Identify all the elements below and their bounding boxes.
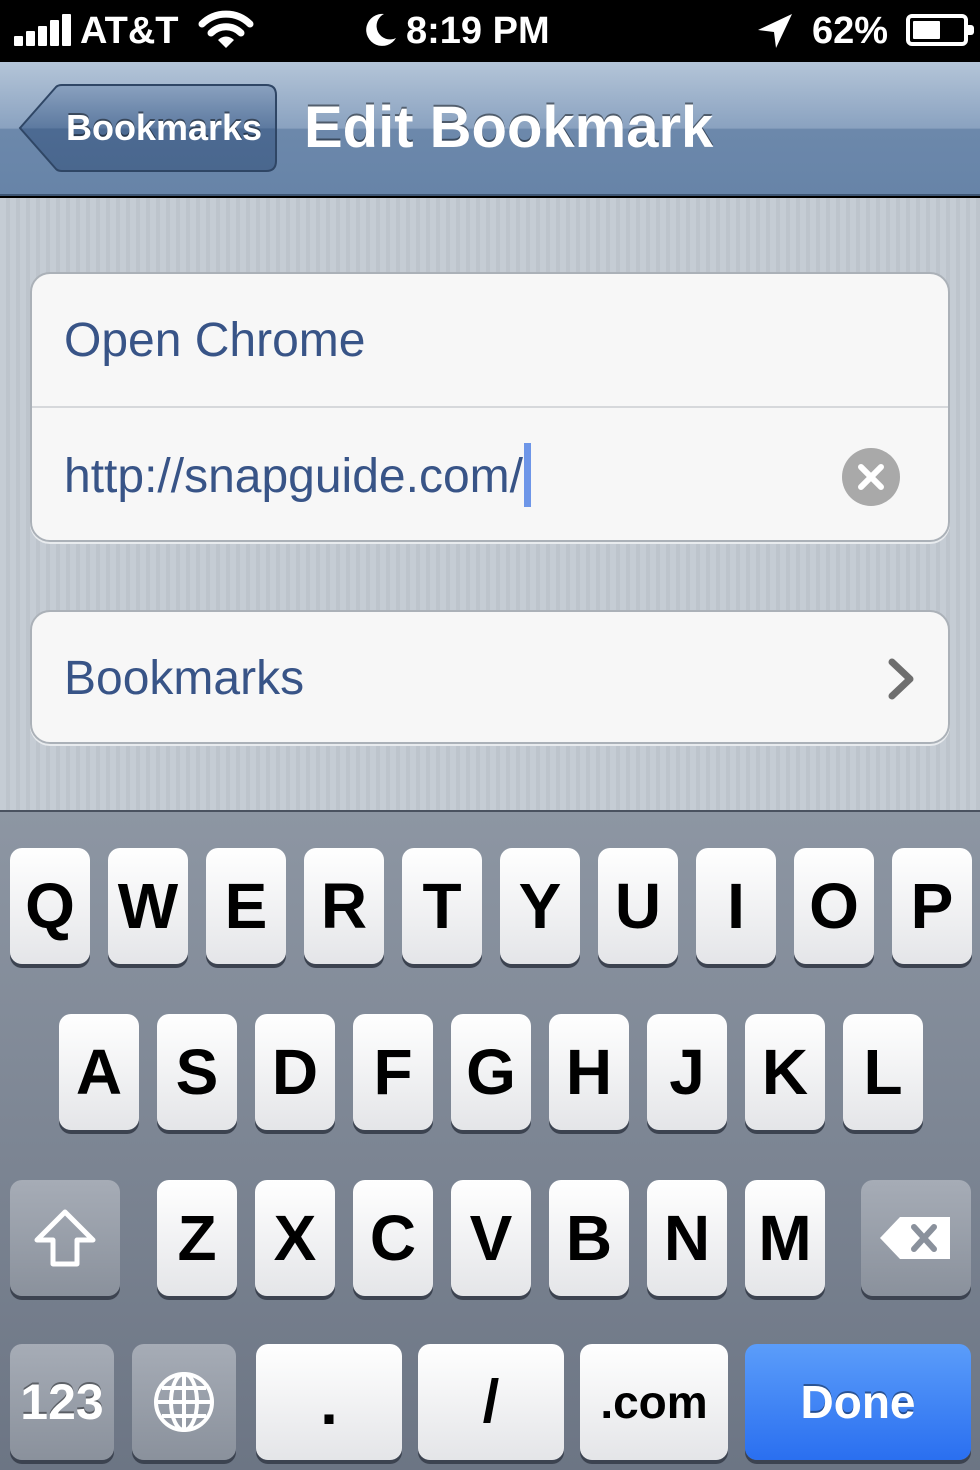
- globe-icon: [154, 1372, 214, 1432]
- keyboard: Q W E R T Y U I O P A S D F G H J K L Z …: [0, 810, 980, 1470]
- key-n[interactable]: N: [647, 1180, 727, 1296]
- numbers-key[interactable]: 123: [10, 1344, 114, 1460]
- key-y[interactable]: Y: [500, 848, 580, 964]
- key-z[interactable]: Z: [157, 1180, 237, 1296]
- back-button[interactable]: Bookmarks: [18, 84, 278, 172]
- text-cursor: [523, 443, 531, 508]
- page-title: Edit Bookmark: [304, 95, 714, 160]
- bookmark-fields-group: Open Chrome http://snapguide.com/: [30, 272, 950, 542]
- key-c[interactable]: C: [353, 1180, 433, 1296]
- period-key-label: .: [320, 1366, 338, 1438]
- key-r-label: R: [320, 870, 368, 942]
- back-button-label: Bookmarks: [65, 107, 263, 148]
- key-x-label: X: [273, 1202, 317, 1274]
- key-d-label: D: [271, 1036, 319, 1108]
- key-m-label: M: [758, 1202, 812, 1274]
- location-arrow-icon: [758, 14, 792, 48]
- key-s-label: S: [175, 1036, 219, 1108]
- key-k[interactable]: K: [745, 1014, 825, 1130]
- key-k-label: K: [761, 1036, 809, 1108]
- bookmark-url-field[interactable]: http://snapguide.com/: [32, 410, 948, 540]
- slash-key-label: /: [482, 1368, 500, 1435]
- period-key[interactable]: .: [256, 1344, 402, 1460]
- dotcom-key-label: .com: [600, 1376, 708, 1428]
- key-a[interactable]: A: [59, 1014, 139, 1130]
- battery-icon: [906, 14, 974, 46]
- key-i[interactable]: I: [696, 848, 776, 964]
- bookmark-folder-row[interactable]: Bookmarks: [32, 612, 948, 742]
- key-e-label: E: [224, 870, 268, 942]
- key-m[interactable]: M: [745, 1180, 825, 1296]
- key-g-label: G: [466, 1036, 516, 1108]
- key-v[interactable]: V: [451, 1180, 531, 1296]
- shift-arrow-icon: [34, 1209, 96, 1267]
- key-l[interactable]: L: [843, 1014, 923, 1130]
- key-y-label: Y: [518, 870, 562, 942]
- signal-bars-icon: [14, 14, 72, 46]
- bookmark-title-value: Open Chrome: [64, 314, 366, 367]
- key-e[interactable]: E: [206, 848, 286, 964]
- bookmark-url-text-wrap: http://snapguide.com/: [64, 410, 531, 540]
- globe-key[interactable]: [132, 1344, 236, 1460]
- bookmark-folder-label: Bookmarks: [64, 652, 305, 705]
- key-r[interactable]: R: [304, 848, 384, 964]
- key-b[interactable]: B: [549, 1180, 629, 1296]
- clear-text-button[interactable]: [842, 448, 900, 506]
- battery-percent: 62%: [812, 10, 889, 52]
- key-l-label: L: [863, 1036, 903, 1108]
- dotcom-key[interactable]: .com: [580, 1344, 728, 1460]
- key-x[interactable]: X: [255, 1180, 335, 1296]
- key-q[interactable]: Q: [10, 848, 90, 964]
- done-button[interactable]: Done: [745, 1344, 971, 1460]
- backspace-icon: [880, 1217, 950, 1259]
- slash-key[interactable]: /: [418, 1344, 564, 1460]
- key-d[interactable]: D: [255, 1014, 335, 1130]
- key-t-label: T: [422, 870, 462, 942]
- key-p-label: P: [910, 870, 954, 942]
- key-j-label: J: [669, 1036, 705, 1108]
- key-q-label: Q: [25, 870, 75, 942]
- key-b-label: B: [565, 1202, 613, 1274]
- key-j[interactable]: J: [647, 1014, 727, 1130]
- carrier-name: AT&T: [80, 10, 179, 52]
- edit-bookmark-form: Open Chrome http://snapguide.com/ Bookma…: [0, 198, 980, 810]
- navigation-bar: Bookmarks Edit Bookmark: [0, 62, 980, 196]
- key-s[interactable]: S: [157, 1014, 237, 1130]
- key-t[interactable]: T: [402, 848, 482, 964]
- bookmark-title-field[interactable]: Open Chrome: [32, 274, 948, 408]
- key-f[interactable]: F: [353, 1014, 433, 1130]
- bookmark-folder-group: Bookmarks: [30, 610, 950, 744]
- key-f-label: F: [373, 1036, 413, 1108]
- key-a-label: A: [75, 1036, 123, 1108]
- key-u[interactable]: U: [598, 848, 678, 964]
- key-v-label: V: [469, 1202, 513, 1274]
- key-g[interactable]: G: [451, 1014, 531, 1130]
- chevron-right-icon: [888, 658, 914, 700]
- key-i-label: I: [727, 870, 745, 942]
- moon-icon: [366, 13, 396, 46]
- shift-key[interactable]: [10, 1180, 120, 1296]
- bookmark-url-value: http://snapguide.com/: [64, 450, 523, 503]
- clear-x-icon: [858, 464, 884, 490]
- key-n-label: N: [663, 1202, 711, 1274]
- key-h-label: H: [565, 1036, 613, 1108]
- key-z-label: Z: [177, 1202, 217, 1274]
- wifi-icon: [198, 10, 254, 48]
- done-button-label: Done: [800, 1376, 916, 1428]
- key-h[interactable]: H: [549, 1014, 629, 1130]
- numbers-key-label: 123: [20, 1374, 104, 1430]
- key-u-label: U: [614, 870, 662, 942]
- key-o[interactable]: O: [794, 848, 874, 964]
- key-w-label: W: [117, 870, 179, 942]
- status-time: 8:19 PM: [406, 10, 550, 52]
- battery-fill: [913, 21, 941, 39]
- key-c-label: C: [369, 1202, 417, 1274]
- backspace-key[interactable]: [861, 1180, 971, 1296]
- status-bar: AT&T 8:19 PM 62%: [0, 0, 980, 62]
- key-w[interactable]: W: [108, 848, 188, 964]
- key-o-label: O: [809, 870, 859, 942]
- key-p[interactable]: P: [892, 848, 972, 964]
